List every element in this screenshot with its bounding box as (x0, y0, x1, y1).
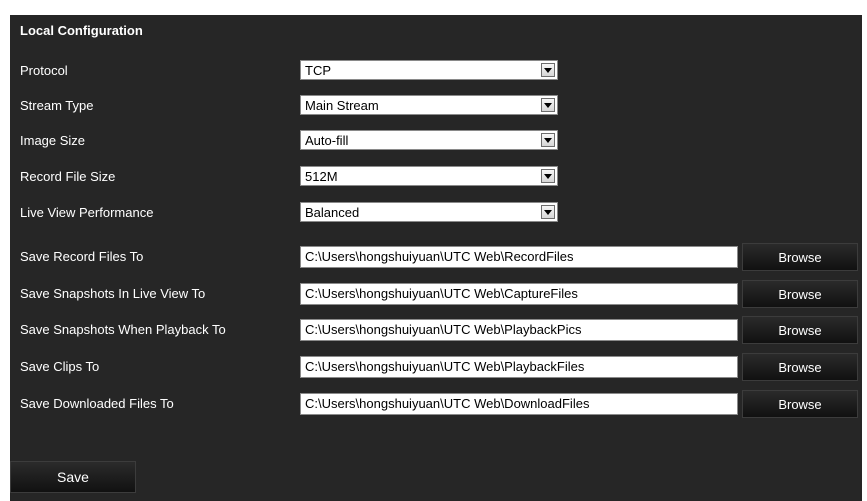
panel-title: Local Configuration (20, 23, 143, 38)
live-view-performance-select[interactable]: Balanced (300, 202, 558, 222)
record-files-path-label: Save Record Files To (20, 249, 144, 264)
stream-type-value: Main Stream (305, 97, 379, 113)
record-file-size-label: Record File Size (20, 169, 116, 184)
chevron-down-icon[interactable] (541, 98, 555, 112)
downloaded-files-path-label: Save Downloaded Files To (20, 396, 174, 411)
chevron-down-icon[interactable] (541, 133, 555, 147)
clips-path-label: Save Clips To (20, 359, 100, 374)
image-size-select[interactable]: Auto-fill (300, 130, 558, 150)
live-snapshots-browse-button[interactable]: Browse (742, 280, 858, 308)
image-size-label: Image Size (20, 133, 86, 148)
playback-snapshots-browse-button[interactable]: Browse (742, 316, 858, 344)
playback-snapshots-path-field[interactable]: C:\Users\hongshuiyuan\UTC Web\PlaybackPi… (300, 319, 738, 341)
image-size-value: Auto-fill (305, 132, 349, 148)
stream-type-label: Stream Type (20, 98, 94, 113)
downloaded-files-path-field[interactable]: C:\Users\hongshuiyuan\UTC Web\DownloadFi… (300, 393, 738, 415)
live-snapshots-path-field[interactable]: C:\Users\hongshuiyuan\UTC Web\CaptureFil… (300, 283, 738, 305)
protocol-label: Protocol (20, 63, 68, 78)
chevron-down-icon[interactable] (541, 169, 555, 183)
stream-type-select[interactable]: Main Stream (300, 95, 558, 115)
protocol-value: TCP (305, 62, 331, 78)
chevron-down-icon[interactable] (541, 63, 555, 77)
record-file-size-select[interactable]: 512M (300, 166, 558, 186)
local-configuration-panel: Local Configuration Protocol TCP Stream … (10, 15, 862, 501)
record-files-browse-button[interactable]: Browse (742, 243, 858, 271)
record-files-path-field[interactable]: C:\Users\hongshuiyuan\UTC Web\RecordFile… (300, 246, 738, 268)
clips-browse-button[interactable]: Browse (742, 353, 858, 381)
playback-snapshots-path-label: Save Snapshots When Playback To (20, 322, 226, 337)
clips-path-field[interactable]: C:\Users\hongshuiyuan\UTC Web\PlaybackFi… (300, 356, 738, 378)
live-snapshots-path-label: Save Snapshots In Live View To (20, 286, 206, 301)
record-file-size-value: 512M (305, 168, 338, 184)
protocol-select[interactable]: TCP (300, 60, 558, 80)
live-view-performance-value: Balanced (305, 204, 360, 220)
live-view-performance-label: Live View Performance (20, 205, 154, 220)
save-button[interactable]: Save (10, 461, 136, 493)
downloaded-files-browse-button[interactable]: Browse (742, 390, 858, 418)
chevron-down-icon[interactable] (541, 205, 555, 219)
